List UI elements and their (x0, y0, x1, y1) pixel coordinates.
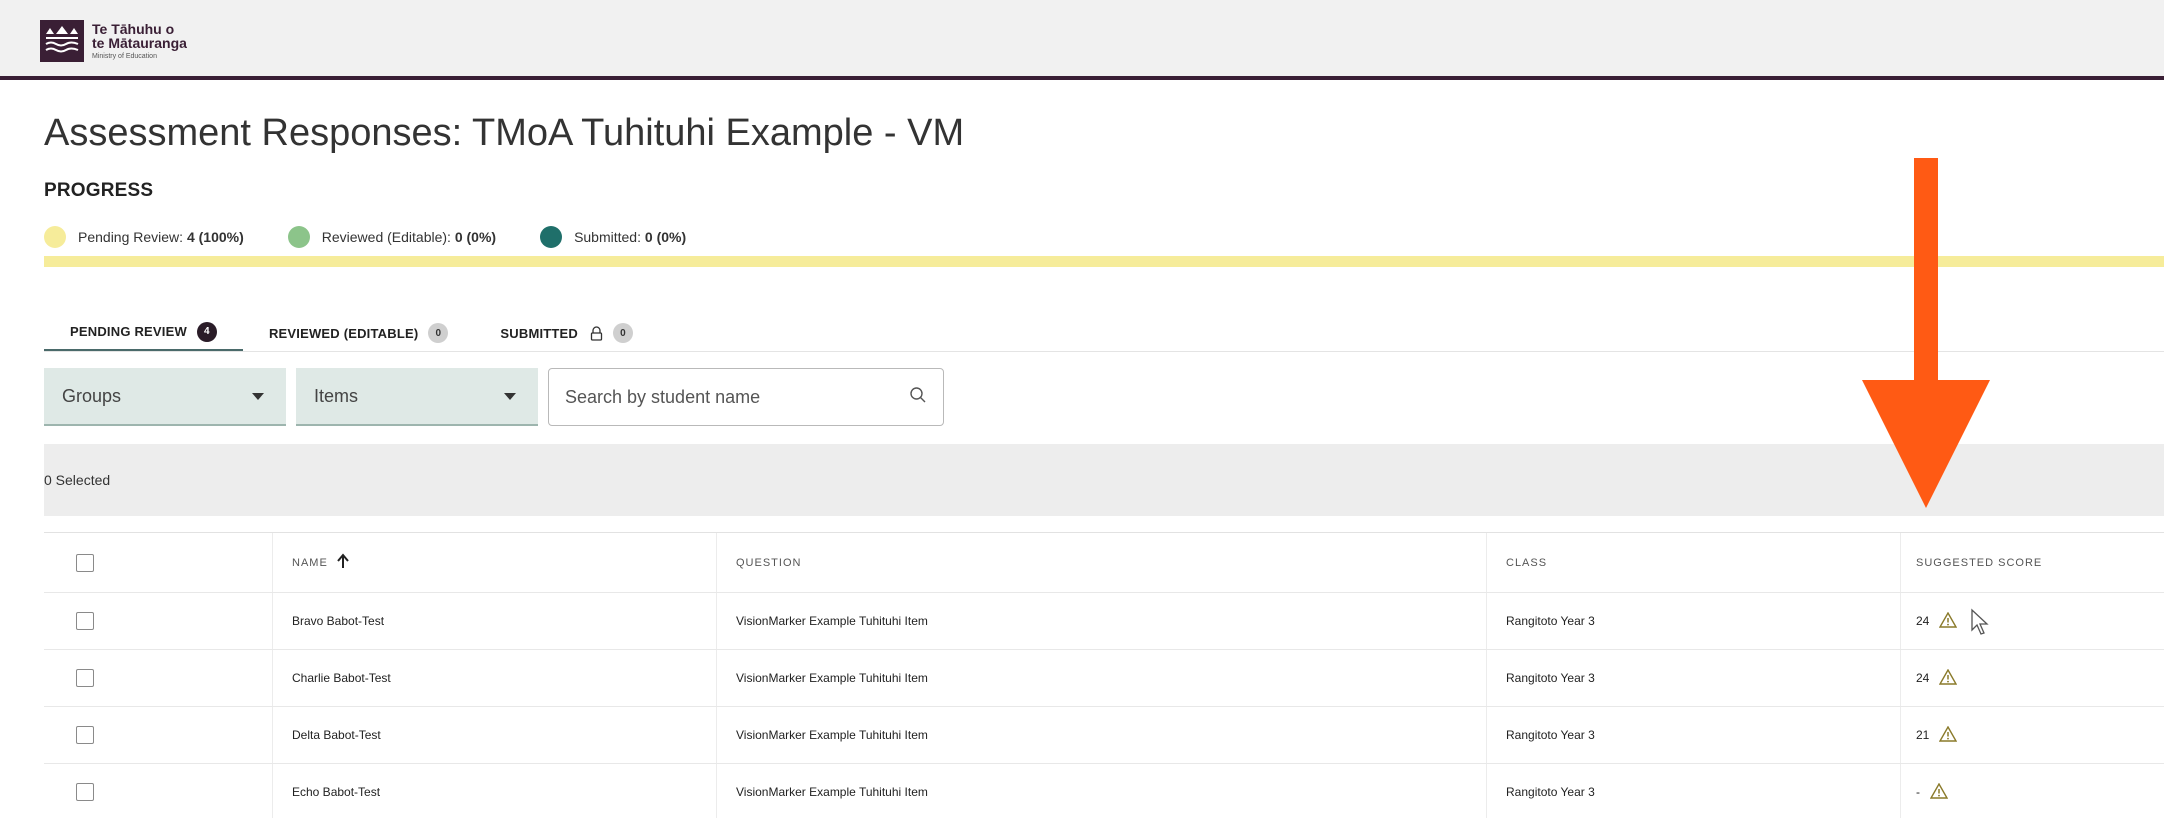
legend-submitted-value: 0 (0%) (644, 229, 687, 245)
sort-ascending-icon (336, 553, 350, 572)
progress-legend: Pending Review: 4 (100%) Reviewed (Edita… (44, 226, 730, 248)
top-bar: Te Tāhuhu o te Mātauranga Ministry of Ed… (0, 0, 2164, 80)
legend-submitted-label: Submitted: (574, 229, 641, 245)
class-column-header: CLASS (1506, 533, 1547, 592)
name-header-label: NAME (292, 556, 328, 569)
status-tabs: PENDING REVIEW 4 REVIEWED (EDITABLE) 0 S… (44, 314, 659, 352)
table-header-row: NAME QUESTION CLASS SUGGESTED SCORE (44, 533, 2164, 593)
progress-bar (44, 256, 2164, 267)
tabs-divider (44, 351, 2164, 352)
suggested-score: - (1916, 785, 1920, 799)
question-column-header: QUESTION (736, 533, 801, 592)
page-title: Assessment Responses: TMoA Tuhituhi Exam… (44, 112, 965, 154)
orange-down-arrow-icon (1862, 158, 1990, 515)
student-name: Bravo Babot-Test (292, 614, 385, 628)
items-dropdown[interactable]: Items (296, 368, 538, 426)
logo-line-1: Te Tāhuhu o (92, 20, 175, 37)
responses-table: NAME QUESTION CLASS SUGGESTED SCORE Brav… (44, 532, 2164, 818)
warning-icon[interactable] (1929, 782, 1949, 802)
tab-submitted-label: SUBMITTED (500, 325, 579, 341)
tab-reviewed-label: REVIEWED (EDITABLE) (268, 325, 419, 341)
question-text: VisionMarker Example Tuhituhi Item (736, 671, 928, 685)
search-icon[interactable] (909, 386, 927, 409)
question-header-label: QUESTION (736, 556, 802, 569)
student-name: Echo Babot-Test (292, 785, 381, 799)
items-dropdown-label: Items (314, 385, 359, 406)
class-text: Rangitoto Year 3 (1506, 614, 1595, 628)
row-checkbox[interactable] (76, 669, 94, 687)
tab-pending-review-label: PENDING REVIEW (70, 324, 187, 339)
tab-reviewed-count-badge: 0 (428, 323, 449, 343)
legend-reviewed: Reviewed (Editable): 0 (0%) (287, 226, 497, 248)
name-column-header[interactable]: NAME (292, 533, 350, 592)
logo-mark-icon (40, 20, 84, 62)
question-text: VisionMarker Example Tuhituhi Item (736, 728, 928, 742)
ministry-logo[interactable]: Te Tāhuhu o te Mātauranga Ministry of Ed… (40, 20, 187, 62)
tab-reviewed-editable[interactable]: REVIEWED (EDITABLE) 0 (243, 314, 474, 352)
class-text: Rangitoto Year 3 (1506, 728, 1595, 742)
tab-submitted-count-badge: 0 (613, 323, 634, 343)
logo-line-2: te Mātauranga (92, 35, 187, 52)
table-row[interactable]: Echo Babot-Test VisionMarker Example Tuh… (44, 764, 2164, 818)
search-input[interactable] (565, 386, 909, 408)
class-text: Rangitoto Year 3 (1506, 671, 1595, 685)
student-name: Charlie Babot-Test (292, 671, 391, 685)
legend-pending-label: Pending Review: (78, 229, 184, 245)
class-text: Rangitoto Year 3 (1506, 785, 1595, 799)
row-checkbox[interactable] (76, 612, 94, 630)
legend-submitted: Submitted: 0 (0%) (540, 226, 686, 248)
groups-dropdown[interactable]: Groups (44, 368, 286, 426)
pending-dot-icon (44, 226, 66, 248)
logo-line-3: Ministry of Education (92, 53, 157, 61)
legend-reviewed-label: Reviewed (Editable): (321, 229, 451, 245)
groups-dropdown-label: Groups (62, 385, 122, 406)
student-name: Delta Babot-Test (292, 728, 381, 742)
tab-pending-review[interactable]: PENDING REVIEW 4 (44, 314, 243, 352)
submitted-dot-icon (540, 226, 563, 248)
selected-count: 0 Selected (44, 472, 111, 488)
legend-pending-value: 4 (100%) (186, 229, 244, 245)
warning-icon[interactable] (1939, 668, 1958, 688)
class-header-label: CLASS (1506, 556, 1548, 569)
suggested-score-column-header: SUGGESTED SCORE (1916, 533, 2042, 592)
suggested-score: 21 (1916, 728, 1930, 742)
row-checkbox[interactable] (76, 783, 94, 801)
selection-bar: 0 Selected (44, 444, 2164, 516)
mouse-cursor-icon (1970, 608, 1992, 641)
lock-icon (590, 325, 603, 341)
table-row[interactable]: Delta Babot-Test VisionMarker Example Tu… (44, 707, 2164, 764)
progress-heading: PROGRESS (44, 180, 154, 201)
tab-pending-count-badge: 4 (196, 321, 217, 342)
chevron-down-icon (504, 392, 516, 400)
chevron-down-icon (252, 392, 264, 400)
warning-icon[interactable] (1939, 611, 1958, 631)
legend-reviewed-value: 0 (0%) (454, 229, 497, 245)
reviewed-dot-icon (287, 226, 310, 248)
table-row[interactable]: Charlie Babot-Test VisionMarker Example … (44, 650, 2164, 707)
tab-submitted[interactable]: SUBMITTED 0 (474, 314, 659, 352)
row-checkbox[interactable] (76, 726, 94, 744)
select-all-checkbox[interactable] (76, 553, 94, 572)
legend-pending-review: Pending Review: 4 (100%) (44, 226, 244, 248)
suggested-score: 24 (1916, 671, 1930, 685)
student-search (548, 368, 944, 426)
question-text: VisionMarker Example Tuhituhi Item (736, 614, 928, 628)
question-text: VisionMarker Example Tuhituhi Item (736, 785, 928, 799)
table-row[interactable]: Bravo Babot-Test VisionMarker Example Tu… (44, 593, 2164, 650)
suggested-score: 24 (1916, 614, 1930, 628)
warning-icon[interactable] (1939, 725, 1958, 745)
score-header-label: SUGGESTED SCORE (1916, 556, 2043, 569)
